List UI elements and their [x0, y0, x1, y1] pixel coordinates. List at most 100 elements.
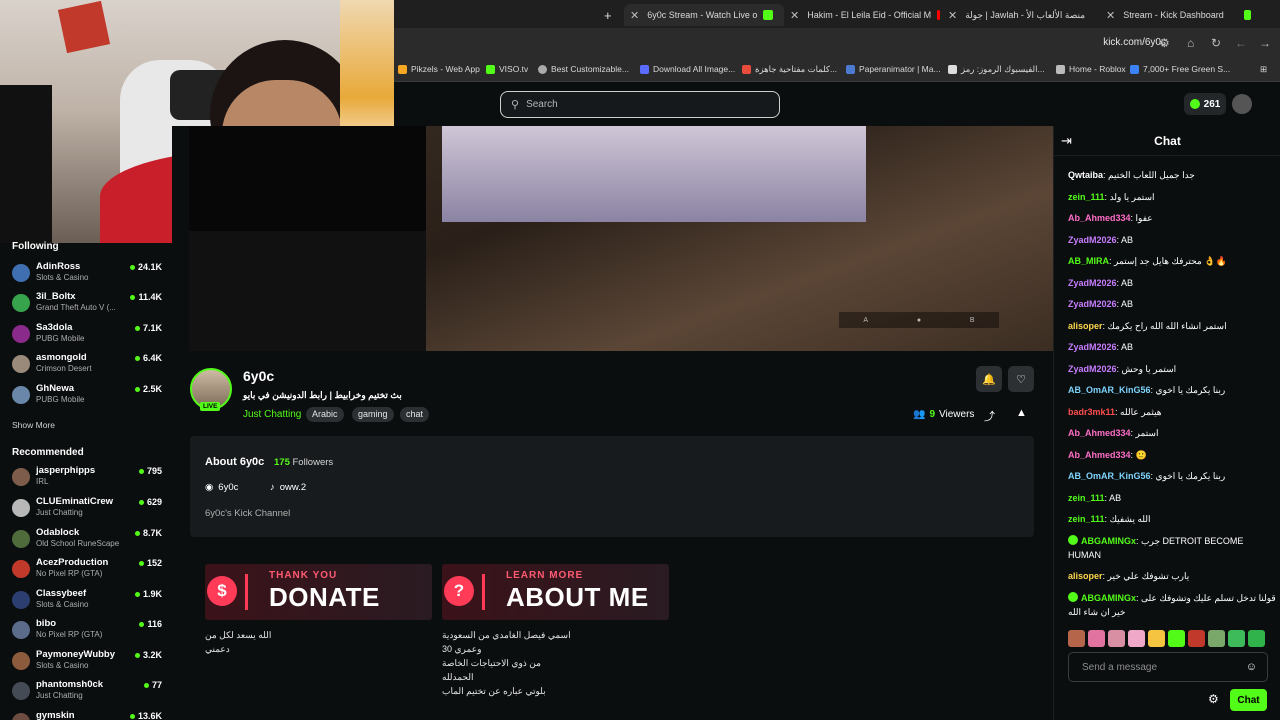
chat-title: Chat — [1154, 134, 1181, 148]
sidebar-item-adinross[interactable]: AdinRoss Slots & Casino 24.1K — [12, 261, 162, 289]
emote-icon[interactable] — [1228, 630, 1245, 647]
avatar — [12, 530, 30, 548]
about-description: 6y0c's Kick Channel — [205, 508, 291, 519]
tab-6y0c[interactable]: ✕ 6y0c Stream - Watch Live o — [624, 4, 784, 26]
bookmark-customizable[interactable]: Best Customizable... — [538, 64, 629, 74]
show-more-link[interactable]: Show More — [12, 420, 55, 430]
sidebar-item-paymoneywubby[interactable]: PaymoneyWubby Slots & Casino 3.2K — [12, 649, 162, 677]
tag-arabic[interactable]: Arabic — [306, 407, 344, 422]
emote-icon[interactable] — [1208, 630, 1225, 647]
bookmark-pikzels[interactable]: Pikzels - Web App — [398, 64, 480, 74]
avatar — [12, 713, 30, 720]
sidebar-item-phantomsh0ck[interactable]: phantomsh0ck Just Chatting 77 — [12, 679, 162, 707]
bookmark-green-screen[interactable]: 7,000+ Free Green S... — [1130, 64, 1230, 74]
chat-message: ZyadM2026: AB — [1068, 278, 1134, 288]
bookmark-paperanimator[interactable]: Paperanimator | Ma... — [846, 64, 941, 74]
avatar — [12, 682, 30, 700]
sidebar-item-bibo[interactable]: bibo No Pixel RP (GTA) 116 — [12, 618, 162, 646]
report-icon[interactable]: ▲ — [1016, 407, 1027, 419]
chat-send-button[interactable]: Chat — [1230, 689, 1267, 711]
live-dot-icon — [129, 713, 135, 719]
sidebar-item-clueminaticrew[interactable]: CLUEminatiCrew Just Chatting 629 — [12, 496, 162, 524]
tag-chat[interactable]: chat — [400, 407, 430, 422]
sidebar-item-asmongold[interactable]: asmongold Crimson Desert 6.4K — [12, 352, 162, 380]
close-icon[interactable]: ✕ — [630, 9, 639, 22]
sidebar-item-3il-boltx[interactable]: 3il_Boltx Grand Theft Auto V (... 11.4K — [12, 291, 162, 319]
tab-kick-dashboard[interactable]: ✕ Stream - Kick Dashboard — [1106, 4, 1251, 26]
chat-settings-icon[interactable]: ⚙ — [1208, 692, 1219, 706]
bookmark-keywords[interactable]: كلمات مفتاحية جاهزة... — [742, 64, 837, 75]
new-tab-button[interactable]: + — [604, 4, 612, 26]
notification-bell-button[interactable]: 🔔 — [976, 366, 1002, 392]
sidebar-item-ghnewa[interactable]: GhNewa PUBG Mobile 2.5K — [12, 383, 162, 411]
emote-icon[interactable] — [1148, 630, 1165, 647]
sidebar-item-odablock[interactable]: Odablock Old School RuneScape 8.7K — [12, 527, 162, 555]
game-hud: A ● B — [839, 312, 999, 328]
tab-hakim[interactable]: ✕ Hakim - El Leila Eid - Official M — [790, 4, 940, 26]
avatar — [12, 591, 30, 609]
tab-jawlah[interactable]: ✕ جولة | Jawlah - منصة الألعاب الأ — [948, 4, 1098, 26]
reload-icon[interactable]: ↻ — [1211, 36, 1221, 50]
points-badge[interactable]: 261 — [1184, 93, 1226, 115]
live-dot-icon — [130, 294, 136, 300]
forward-icon[interactable]: → — [1259, 36, 1271, 50]
bookmark-download-images[interactable]: Download All Image... — [640, 64, 735, 74]
url-field[interactable]: kick.com/6y0c — [1103, 37, 1166, 48]
share-icon[interactable]: ⤴ — [984, 408, 995, 424]
search-input[interactable]: ⚲ Search — [500, 91, 780, 118]
kick-icon — [1243, 10, 1251, 20]
chat-message-input[interactable]: Send a message ☺ — [1068, 652, 1268, 682]
close-icon[interactable]: ✕ — [790, 9, 799, 22]
bookmark-facebook-symbols[interactable]: الفيسبوك الرموز: رمز... — [948, 64, 1045, 75]
bookmarks-menu-icon[interactable]: ⊞ — [1260, 64, 1267, 75]
tiktok-icon: ♪ — [270, 482, 275, 493]
back-icon[interactable]: ← — [1235, 36, 1247, 50]
emote-icon[interactable] — [1168, 630, 1185, 647]
bookmark-roblox[interactable]: Home - Roblox — [1056, 64, 1126, 74]
donate-description: الله يسعد لكل من دعمني — [205, 630, 272, 654]
main-content: A ● B LIVE 6y0c بث تختيم وخرابيط | رابط ال… — [172, 126, 1053, 720]
discord-link[interactable]: ◉ 6y0c — [205, 482, 238, 493]
tiktok-link[interactable]: ♪ oww.2 — [270, 482, 306, 493]
close-icon[interactable]: ✕ — [1106, 9, 1115, 22]
emoji-icon[interactable]: ☺ — [1246, 661, 1257, 673]
about-me-panel[interactable]: ? LEARN MORE ABOUT ME — [442, 564, 669, 620]
avatar — [12, 560, 30, 578]
sidebar-item-jasperphipps[interactable]: jasperphipps IRL 795 — [12, 465, 162, 493]
video-player[interactable]: A ● B — [189, 126, 1053, 351]
chat-message: badr3mk11: هيثمر عالله — [1068, 407, 1162, 417]
emote-icon[interactable] — [1248, 630, 1265, 647]
tag-gaming[interactable]: gaming — [352, 407, 394, 422]
verified-badge-icon — [1068, 592, 1078, 602]
emote-icon[interactable] — [1068, 630, 1085, 647]
site-settings-icon[interactable]: ⚙ — [1159, 36, 1170, 50]
emote-icon[interactable] — [1188, 630, 1205, 647]
bookmark-viso[interactable]: VISO.tv — [486, 64, 528, 74]
sidebar-item-sa3dola[interactable]: Sa3dola PUBG Mobile 7.1K — [12, 322, 162, 350]
sidebar-item-gymskin[interactable]: gymskin 13.6K — [12, 710, 162, 720]
home-icon[interactable]: ⌂ — [1187, 36, 1194, 50]
verified-badge-icon — [1068, 535, 1078, 545]
followers-count: 175 Followers — [274, 457, 334, 468]
avatar — [12, 386, 30, 404]
recommended-title: Recommended — [12, 447, 84, 458]
live-badge: LIVE — [200, 402, 221, 411]
follow-button[interactable]: ♡ — [1008, 366, 1034, 392]
avatar — [12, 355, 30, 373]
question-icon: ? — [444, 576, 474, 606]
stream-title: بث تختيم وخرابيط | رابط الدونيشن في بايو — [243, 390, 402, 400]
close-icon[interactable]: ✕ — [948, 9, 957, 22]
about-me-description: اسمي فيصل الغامدي من السعودية وعمري 30 م… — [442, 630, 571, 696]
sidebar-item-classybeef[interactable]: Classybeef Slots & Casino 1.9K — [12, 588, 162, 616]
about-section: About 6y0c 175 Followers ◉ 6y0c ♪ oww.2 6y… — [190, 436, 1034, 537]
sidebar-item-acezproduction[interactable]: AcezProduction No Pixel RP (GTA) 152 — [12, 557, 162, 585]
category-link[interactable]: Just Chatting — [243, 409, 301, 420]
emote-icon[interactable] — [1088, 630, 1105, 647]
emote-icon[interactable] — [1108, 630, 1125, 647]
user-avatar[interactable] — [1232, 94, 1252, 114]
avatar — [12, 264, 30, 282]
streamer-name[interactable]: 6y0c — [243, 368, 274, 384]
emote-icon[interactable] — [1128, 630, 1145, 647]
donate-panel[interactable]: $ THANK YOU DONATE — [205, 564, 432, 620]
search-icon: ⚲ — [511, 99, 520, 111]
